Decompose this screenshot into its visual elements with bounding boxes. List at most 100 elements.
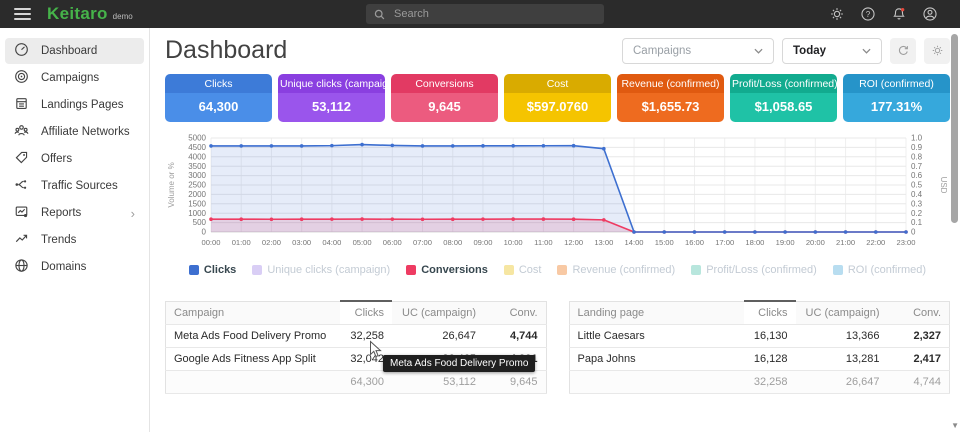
legend-swatch xyxy=(691,265,701,275)
sidebar-item-traffic-sources[interactable]: Traffic Sources xyxy=(5,173,144,199)
column-header-campaign[interactable]: Campaign xyxy=(166,301,341,325)
domains-icon xyxy=(14,258,29,276)
totals-cell xyxy=(569,371,744,394)
svg-text:Volume or %: Volume or % xyxy=(167,162,176,207)
metric-cards: Clicks64,300 Unique clicks (campaign)53,1… xyxy=(165,74,950,122)
campaigns-filter-select[interactable]: Campaigns xyxy=(622,38,774,64)
chevron-down-icon xyxy=(754,45,763,57)
sidebar-item-offers[interactable]: Offers xyxy=(5,146,144,172)
sidebar-item-trends[interactable]: Trends xyxy=(5,227,144,253)
chevron-right-icon: › xyxy=(131,207,135,220)
search-box[interactable] xyxy=(366,4,604,24)
legend-swatch xyxy=(833,265,843,275)
chart-legend: Clicks Unique clicks (campaign) Conversion… xyxy=(165,264,950,276)
refresh-button[interactable] xyxy=(890,38,916,64)
svg-text:0: 0 xyxy=(911,228,916,237)
totals-row: 64,30053,1129,645 xyxy=(166,371,547,394)
column-header-uc-campaign-[interactable]: UC (campaign) xyxy=(796,301,888,325)
row-value-cell: 32,258 xyxy=(340,325,392,348)
sidebar-item-label: Campaigns xyxy=(41,72,99,84)
totals-cell xyxy=(166,371,341,394)
totals-cell: 64,300 xyxy=(340,371,392,394)
legend-item-revenue-confirmed-[interactable]: Revenue (confirmed) xyxy=(557,264,675,276)
metric-card-clicks: Clicks64,300 xyxy=(165,74,272,122)
metric-label: Unique clicks (campaign) xyxy=(278,74,385,93)
column-header-clicks[interactable]: Clicks xyxy=(744,301,796,325)
svg-text:06:00: 06:00 xyxy=(383,238,402,247)
legend-item-conversions[interactable]: Conversions xyxy=(406,264,488,276)
svg-text:21:00: 21:00 xyxy=(836,238,855,247)
metric-value: 53,112 xyxy=(278,93,385,122)
totals-cell: 26,647 xyxy=(796,371,888,394)
svg-text:0.4: 0.4 xyxy=(911,190,923,199)
metric-value: $597.0760 xyxy=(504,93,611,122)
column-header-clicks[interactable]: Clicks xyxy=(340,301,392,325)
landing-pages-table: Landing pageClicksUC (campaign)Conv.Litt… xyxy=(569,300,951,394)
settings-gear-icon[interactable] xyxy=(829,6,845,22)
metric-label: Conversions xyxy=(391,74,498,93)
row-name-cell[interactable]: Little Caesars xyxy=(569,325,744,348)
totals-row: 32,25826,6474,744 xyxy=(569,371,950,394)
legend-item-profit-loss-confirmed-[interactable]: Profit/Loss (confirmed) xyxy=(691,264,817,276)
svg-text:2000: 2000 xyxy=(188,190,206,199)
row-name-cell[interactable]: Papa Johns xyxy=(569,348,744,371)
vertical-scrollbar[interactable] xyxy=(951,32,959,424)
main-content: Dashboard Campaigns Today Clicks64,300Un xyxy=(150,28,960,432)
table-row[interactable]: Little Caesars16,13013,3662,327 xyxy=(569,325,950,348)
row-name-cell[interactable]: Meta Ads Food Delivery Promo xyxy=(166,325,341,348)
column-header-conv-[interactable]: Conv. xyxy=(888,301,950,325)
svg-text:USD: USD xyxy=(939,177,948,194)
metric-value: 177.31% xyxy=(843,93,950,122)
legend-swatch xyxy=(406,265,416,275)
help-icon[interactable]: ? xyxy=(860,6,876,22)
sidebar-item-landings-pages[interactable]: Landings Pages xyxy=(5,92,144,118)
legend-swatch xyxy=(252,265,262,275)
trends-icon xyxy=(14,231,29,249)
sidebar-item-label: Reports xyxy=(41,207,81,219)
svg-text:14:00: 14:00 xyxy=(625,238,644,247)
notifications-bell-icon[interactable] xyxy=(891,6,907,22)
table-row[interactable]: Meta Ads Food Delivery Promo32,25826,647… xyxy=(166,325,547,348)
sidebar-item-label: Landings Pages xyxy=(41,99,123,111)
account-icon[interactable] xyxy=(922,6,938,22)
legend-item-roi-confirmed-[interactable]: ROI (confirmed) xyxy=(833,264,926,276)
svg-text:1.0: 1.0 xyxy=(911,134,923,143)
svg-text:07:00: 07:00 xyxy=(413,238,432,247)
svg-text:0.5: 0.5 xyxy=(911,181,923,190)
svg-text:18:00: 18:00 xyxy=(745,238,764,247)
legend-item-unique-clicks-campaign-[interactable]: Unique clicks (campaign) xyxy=(252,264,390,276)
sidebar-item-dashboard[interactable]: Dashboard xyxy=(5,38,144,64)
menu-icon[interactable] xyxy=(14,5,31,23)
metric-card-roi-confirmed-: ROI (confirmed)177.31% xyxy=(843,74,950,122)
svg-text:00:00: 00:00 xyxy=(201,238,220,247)
sidebar-item-reports[interactable]: Reports › xyxy=(5,200,144,226)
search-input[interactable] xyxy=(392,7,572,21)
scroll-down-arrow-icon[interactable]: ▼ xyxy=(951,421,959,430)
svg-text:3000: 3000 xyxy=(188,171,206,180)
affiliate-networks-icon xyxy=(14,123,29,141)
traffic-chart: 005000.110000.215000.320000.425000.53000… xyxy=(165,130,950,276)
scrollbar-thumb[interactable] xyxy=(951,34,958,223)
sidebar-item-campaigns[interactable]: Campaigns xyxy=(5,65,144,91)
table-row[interactable]: Papa Johns16,12813,2812,417 xyxy=(569,348,950,371)
svg-text:0.6: 0.6 xyxy=(911,171,923,180)
legend-item-cost[interactable]: Cost xyxy=(504,264,542,276)
date-range-select[interactable]: Today xyxy=(782,38,882,64)
column-header-conv-[interactable]: Conv. xyxy=(484,301,546,325)
legend-item-clicks[interactable]: Clicks xyxy=(189,264,236,276)
traffic-sources-icon xyxy=(14,177,29,195)
svg-text:15:00: 15:00 xyxy=(655,238,674,247)
page-title: Dashboard xyxy=(165,36,287,65)
sidebar-item-label: Traffic Sources xyxy=(41,180,118,192)
svg-text:16:00: 16:00 xyxy=(685,238,704,247)
metric-value: 9,645 xyxy=(391,93,498,122)
svg-text:22:00: 22:00 xyxy=(866,238,885,247)
brand-logo: Keitaro xyxy=(47,4,108,24)
column-header-uc-campaign-[interactable]: UC (campaign) xyxy=(392,301,484,325)
row-value-cell: 13,366 xyxy=(796,325,888,348)
sidebar-item-affiliate-networks[interactable]: Affiliate Networks xyxy=(5,119,144,145)
dashboard-settings-button[interactable] xyxy=(924,38,950,64)
sidebar-item-domains[interactable]: Domains xyxy=(5,254,144,280)
row-name-cell[interactable]: Google Ads Fitness App Split xyxy=(166,348,341,371)
column-header-landing-page[interactable]: Landing page xyxy=(569,301,744,325)
